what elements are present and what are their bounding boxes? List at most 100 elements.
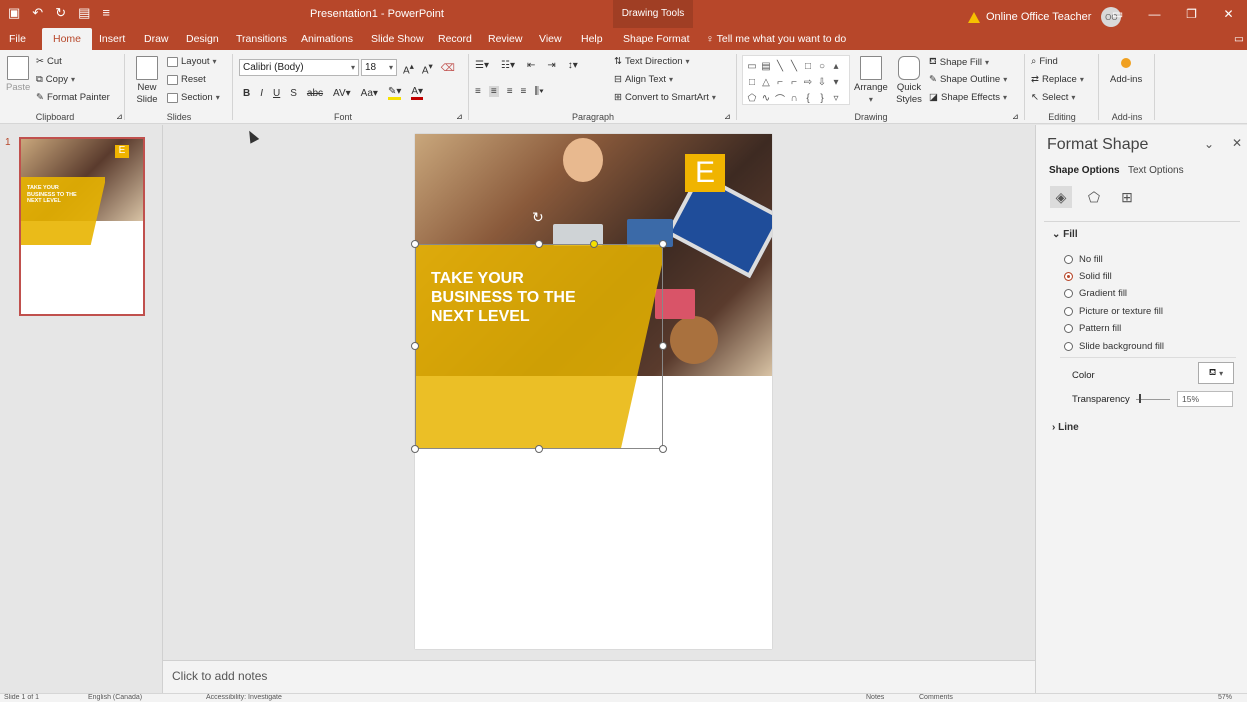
gallery-scroll-up-icon[interactable]: ▴ xyxy=(833,61,838,72)
tab-help[interactable]: Help xyxy=(581,33,603,45)
align-text-button[interactable]: ⊟ Align Text ▾ xyxy=(614,74,673,85)
tab-insert[interactable]: Insert xyxy=(99,33,125,45)
grow-font-icon[interactable]: A▴ xyxy=(403,61,414,76)
shape-outline-button[interactable]: ✎ Shape Outline ▾ xyxy=(929,74,1007,85)
shape-elbow-icon[interactable]: ⌐ xyxy=(791,77,797,88)
dialog-launcher-icon[interactable]: ⊿ xyxy=(1012,112,1019,121)
slider-thumb[interactable] xyxy=(1139,394,1141,403)
tab-slide-show[interactable]: Slide Show xyxy=(371,33,424,45)
slide-thumbnail[interactable]: E TAKE YOUR BUSINESS TO THE NEXT LEVEL xyxy=(19,137,145,316)
tab-file[interactable]: File xyxy=(9,33,26,45)
shape-rect-icon[interactable]: □ xyxy=(805,61,811,72)
customize-qat-icon[interactable]: ≡ xyxy=(102,5,110,21)
font-size-select[interactable]: 18 ▾ xyxy=(361,59,397,76)
accessibility-status[interactable]: Accessibility: Investigate xyxy=(206,694,282,701)
clear-formatting-icon[interactable]: ⌫ xyxy=(441,63,455,74)
resize-handle[interactable] xyxy=(659,240,667,248)
shape-curve-icon[interactable]: ∩ xyxy=(790,93,797,104)
redo-icon[interactable]: ↻ xyxy=(55,5,66,21)
ribbon-display-icon[interactable]: ▭ xyxy=(1099,0,1136,28)
shape-effects-button[interactable]: ◪ Shape Effects ▾ xyxy=(929,92,1007,103)
tab-text-options[interactable]: Text Options xyxy=(1128,165,1184,176)
transparency-input[interactable]: 15% xyxy=(1177,391,1233,407)
fill-section-header[interactable]: ⌄ Fill xyxy=(1052,229,1078,240)
color-picker-button[interactable]: ⛾ ▾ xyxy=(1198,362,1234,384)
resize-handle[interactable] xyxy=(411,240,419,248)
tab-shape-format[interactable]: Shape Format xyxy=(623,33,690,45)
notes-pane[interactable]: Click to add notes xyxy=(163,660,1035,693)
add-ins-button[interactable]: Add-ins xyxy=(1110,58,1142,85)
tab-review[interactable]: Review xyxy=(488,33,522,45)
radio-solid-fill[interactable]: Solid fill xyxy=(1064,271,1112,282)
decrease-indent-icon[interactable]: ⇤ xyxy=(527,60,535,71)
convert-smartart-button[interactable]: ⊞ Convert to SmartArt ▾ xyxy=(614,92,716,103)
shape-arrow-right-icon[interactable]: ⇨ xyxy=(804,77,812,88)
align-right-icon[interactable]: ≡ xyxy=(507,86,513,97)
tab-home[interactable]: Home xyxy=(42,28,93,50)
notes-toggle[interactable]: Notes xyxy=(866,694,884,701)
restore-icon[interactable]: ❐ xyxy=(1173,0,1210,28)
resize-handle[interactable] xyxy=(535,240,543,248)
rotate-handle-icon[interactable]: ↻ xyxy=(532,209,544,226)
gallery-scroll-down-icon[interactable]: ▾ xyxy=(833,77,838,88)
minimize-icon[interactable]: — xyxy=(1136,0,1173,28)
shrink-font-icon[interactable]: A▾ xyxy=(422,61,433,76)
radio-pattern-fill[interactable]: Pattern fill xyxy=(1064,323,1121,334)
resize-handle[interactable] xyxy=(411,342,419,350)
slide[interactable]: E TAKE YOUR BUSINESS TO THE NEXT LEVEL xyxy=(415,134,772,649)
resize-handle[interactable] xyxy=(411,445,419,453)
align-center-icon[interactable]: ≡ xyxy=(488,86,499,97)
shape-triangle-icon[interactable]: △ xyxy=(762,77,770,88)
zoom-level[interactable]: 57% xyxy=(1218,694,1232,701)
italic-icon[interactable]: I xyxy=(260,88,263,99)
highlight-icon[interactable]: ✎▾ xyxy=(387,86,402,100)
gallery-more-icon[interactable]: ▿ xyxy=(833,93,838,104)
slide-headline[interactable]: TAKE YOUR BUSINESS TO THE NEXT LEVEL xyxy=(431,269,611,326)
resize-handle[interactable] xyxy=(659,445,667,453)
tab-shape-options[interactable]: Shape Options xyxy=(1049,165,1120,176)
tab-draw[interactable]: Draw xyxy=(144,33,169,45)
numbering-icon[interactable]: ☷▾ xyxy=(501,60,515,71)
shape-rect-icon[interactable]: □ xyxy=(749,77,755,88)
save-icon[interactable]: ▣ xyxy=(8,5,20,21)
reset-button[interactable]: Reset xyxy=(167,74,206,85)
text-direction-button[interactable]: ⇅ Text Direction ▾ xyxy=(614,56,690,67)
replace-button[interactable]: ⇄ Replace ▾ xyxy=(1031,74,1084,85)
dialog-launcher-icon[interactable]: ⊿ xyxy=(456,112,463,121)
tell-me-search[interactable]: ♀ Tell me what you want to do xyxy=(706,33,846,45)
comments-toggle[interactable]: Comments xyxy=(919,694,953,701)
bullets-icon[interactable]: ☰▾ xyxy=(475,60,489,71)
shape-arrow-down-icon[interactable]: ⇩ xyxy=(818,77,826,88)
line-section-header[interactable]: › Line xyxy=(1052,422,1079,433)
paste-button[interactable]: Paste xyxy=(6,56,30,93)
shape-arc-icon[interactable]: ⌒ xyxy=(775,91,785,106)
shape-pentagon-icon[interactable]: ⬠ xyxy=(748,93,757,104)
shape-freeform-icon[interactable]: ∿ xyxy=(762,93,770,104)
close-icon[interactable]: ✕ xyxy=(1210,0,1247,28)
strikethrough-icon[interactable]: abc xyxy=(307,88,323,99)
radio-gradient-fill[interactable]: Gradient fill xyxy=(1064,288,1127,299)
copy-button[interactable]: ⧉ Copy ▾ xyxy=(36,74,75,85)
align-left-icon[interactable]: ≡ xyxy=(475,86,481,97)
arrange-button[interactable]: Arrange ▾ xyxy=(854,56,888,104)
layout-button[interactable]: Layout ▾ xyxy=(167,56,217,67)
language-status[interactable]: English (Canada) xyxy=(88,694,142,701)
tab-record[interactable]: Record xyxy=(438,33,472,45)
increase-indent-icon[interactable]: ⇥ xyxy=(547,60,555,71)
undo-icon[interactable]: ↶ xyxy=(32,5,43,21)
radio-no-fill[interactable]: No fill xyxy=(1064,254,1103,265)
change-case-icon[interactable]: Aa▾ xyxy=(361,88,378,99)
shadow-icon[interactable]: S xyxy=(290,88,297,99)
underline-icon[interactable]: U xyxy=(273,88,280,99)
shape-oval-icon[interactable]: ○ xyxy=(819,61,825,72)
radio-picture-fill[interactable]: Picture or texture fill xyxy=(1064,306,1163,317)
cut-button[interactable]: ✂ Cut xyxy=(36,56,62,67)
effects-icon[interactable]: ⬠ xyxy=(1083,186,1105,208)
shape-line-icon[interactable]: ╲ xyxy=(791,61,797,72)
select-button[interactable]: ↖ Select ▾ xyxy=(1031,92,1075,103)
new-slide-button[interactable]: New Slide xyxy=(132,56,162,106)
dialog-launcher-icon[interactable]: ⊿ xyxy=(724,112,731,121)
find-button[interactable]: ⌕ Find xyxy=(1031,56,1058,67)
fill-line-icon[interactable]: ◈ xyxy=(1050,186,1072,208)
shape-line-icon[interactable]: ╲ xyxy=(777,61,783,72)
